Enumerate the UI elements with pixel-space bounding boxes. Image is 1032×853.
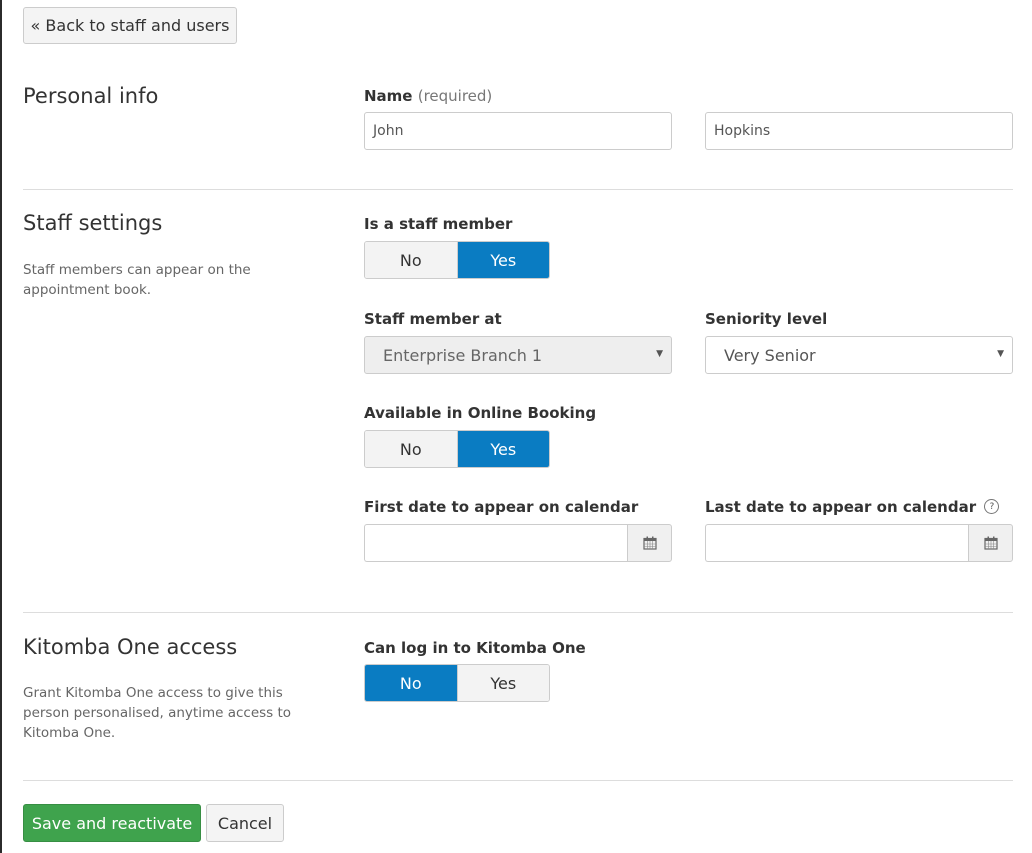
can-login-yes-option[interactable]: Yes	[456, 665, 549, 701]
caret-down-icon: ▼	[997, 349, 1004, 359]
last-date-input[interactable]	[705, 524, 968, 562]
kitomba-access-description: Grant Kitomba One access to give this pe…	[23, 685, 292, 741]
personal-info-title: Personal info	[23, 84, 159, 108]
can-login-toggle: No Yes	[364, 664, 550, 702]
last-name-input[interactable]: Hopkins	[705, 112, 1013, 150]
online-booking-label: Available in Online Booking	[364, 404, 597, 422]
kitomba-access-title: Kitomba One access	[23, 635, 238, 659]
section-divider	[23, 612, 1013, 613]
name-required-hint: (required)	[417, 87, 493, 105]
online-booking-no-option[interactable]: No	[365, 431, 457, 467]
first-date-calendar-button[interactable]	[627, 524, 672, 562]
is-staff-no-option[interactable]: No	[365, 242, 457, 278]
first-date-input[interactable]	[364, 524, 627, 562]
section-divider	[23, 189, 1013, 190]
online-booking-toggle: No Yes	[364, 430, 550, 468]
last-date-label-text: Last date to appear on calendar	[705, 498, 977, 516]
caret-down-icon: ▼	[656, 349, 663, 359]
can-login-no-option[interactable]: No	[365, 665, 457, 701]
save-and-reactivate-button[interactable]: Save and reactivate	[23, 804, 201, 842]
calendar-icon	[983, 536, 998, 550]
staff-member-at-label: Staff member at	[364, 310, 502, 328]
section-divider	[23, 780, 1013, 781]
last-date-picker	[705, 524, 1013, 562]
back-to-staff-button[interactable]: « Back to staff and users	[23, 7, 237, 44]
last-date-calendar-button[interactable]	[968, 524, 1013, 562]
is-staff-yes-option[interactable]: Yes	[456, 242, 549, 278]
cancel-button[interactable]: Cancel	[206, 804, 284, 842]
name-label: Name (required)	[364, 87, 492, 105]
first-date-label: First date to appear on calendar	[364, 498, 639, 516]
name-label-text: Name	[364, 87, 413, 105]
is-staff-label: Is a staff member	[364, 215, 513, 233]
staff-settings-description: Staff members can appear on the appointm…	[23, 262, 251, 298]
seniority-level-label: Seniority level	[705, 310, 828, 328]
first-date-picker	[364, 524, 672, 562]
staff-member-at-select[interactable]: Enterprise Branch 1 ▼	[364, 336, 672, 374]
seniority-level-select[interactable]: Very Senior ▼	[705, 336, 1013, 374]
left-edge-border	[0, 0, 2, 853]
can-login-label: Can log in to Kitomba One	[364, 639, 586, 657]
first-name-input[interactable]: John	[364, 112, 672, 150]
staff-member-at-value: Enterprise Branch 1	[383, 345, 543, 365]
seniority-level-value: Very Senior	[724, 345, 816, 365]
help-icon[interactable]: ?	[984, 499, 1000, 514]
online-booking-yes-option[interactable]: Yes	[456, 431, 549, 467]
calendar-icon	[642, 536, 657, 550]
staff-settings-title: Staff settings	[23, 211, 163, 235]
is-staff-toggle: No Yes	[364, 241, 550, 279]
last-date-label: Last date to appear on calendar ?	[705, 498, 1000, 516]
